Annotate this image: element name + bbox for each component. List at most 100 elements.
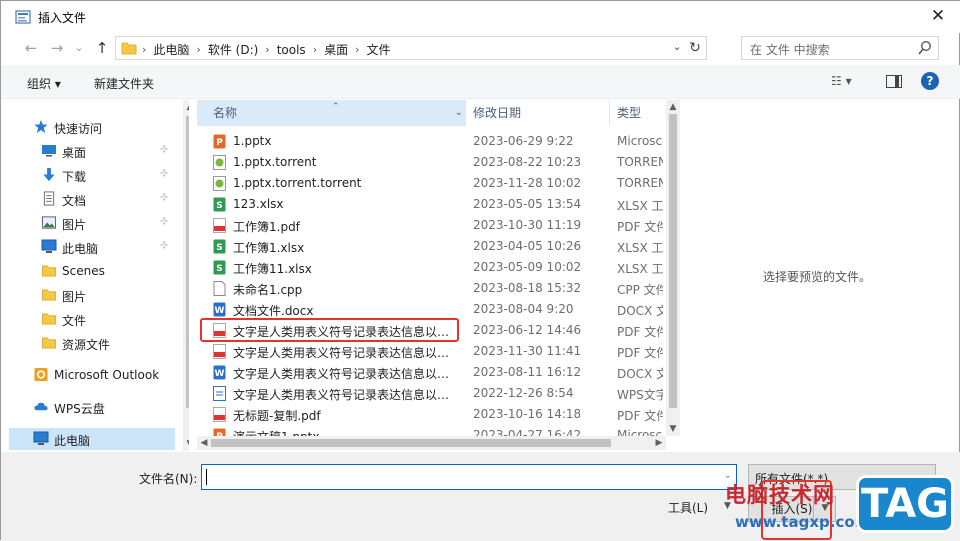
sidebar-item-quick-access[interactable]: 快速访问 [9,116,175,138]
file-modified-date: 2022-12-26 8:54 [473,386,574,400]
file-row[interactable]: 未命名1.cpp 2023-08-18 15:32 CPP 文件 [197,278,667,299]
star-icon [34,119,48,134]
file-type: PDF 文件 [617,220,663,234]
scroll-down-icon[interactable]: ▼ [183,437,189,451]
scrollbar-thumb[interactable] [186,116,189,408]
scroll-up-icon[interactable]: ▲ [183,100,189,114]
sidebar-item-resource-folder[interactable]: 资源文件 [9,332,175,354]
sidebar-item-this-pc-quick[interactable]: 此电脑 ⊹ [9,236,175,258]
sidebar-item-outlook[interactable]: Microsoft Outlook [9,364,175,386]
folder-icon [42,289,56,301]
file-row[interactable]: 1.pptx.torrent.torrent 2023-11-28 10:02 TO… [197,173,667,194]
sidebar-item-label: 快速访问 [54,122,103,136]
file-modified-date: 2023-04-05 10:26 [473,239,582,253]
sidebar-item-scenes[interactable]: Scenes [9,260,175,282]
watermark-site-name: 电脑技术网 [725,483,835,507]
sidebar-item-pictures-folder[interactable]: 图片 [9,284,175,306]
recent-locations-button[interactable]: ⌄ [69,38,89,58]
new-folder-button[interactable]: 新建文件夹 [94,75,154,92]
breadcrumb-tools[interactable]: tools [277,43,306,57]
breadcrumb-files[interactable]: 文件 [367,41,391,58]
file-modified-date: 2023-05-05 13:54 [473,197,582,211]
breadcrumb-separator[interactable]: › [355,43,359,56]
forward-button[interactable]: → [47,38,67,58]
file-list-vertical-scrollbar[interactable]: ▲ ▼ [666,100,680,436]
column-header-date[interactable]: 修改日期 [466,100,610,126]
help-icon[interactable]: ? [921,72,939,90]
search-icon [918,41,931,55]
pdf-icon [213,218,226,233]
scroll-left-icon[interactable]: ◀ [197,436,211,450]
file-row[interactable]: 1.pptx.torrent 2023-08-22 10:23 TORREN [197,152,667,173]
scrollbar-thumb[interactable] [669,114,677,408]
breadcrumb-separator[interactable]: › [196,43,200,56]
folder-icon [121,42,137,55]
file-name: 1.pptx.torrent [233,155,317,169]
torrent-icon [213,176,226,191]
scrollbar-thumb[interactable] [211,439,611,447]
window-title: 插入文件 [38,11,87,25]
sidebar-item-downloads[interactable]: 下载 ⊹ [9,164,175,186]
file-row[interactable]: W 文字是人类用表义符号记录表达信息以传... 2023-08-11 16:12 DO… [197,362,667,383]
file-modified-date: 2023-05-09 10:02 [473,260,582,274]
refresh-icon[interactable]: ↻ [686,38,704,58]
search-input[interactable]: 在 文件 中搜索 [750,41,830,58]
breadcrumb-this-pc[interactable]: 此电脑 [153,41,189,58]
svg-text:S: S [216,264,222,274]
forward-arrow-icon: → [50,39,64,57]
tools-menu[interactable]: 工具(L) [668,499,708,516]
sidebar-item-files-folder[interactable]: 文件 [9,308,175,330]
file-modified-date: 2023-11-30 11:41 [473,344,582,358]
sidebar-item-pictures[interactable]: 图片 ⊹ [9,212,175,234]
breadcrumb-desktop[interactable]: 桌面 [324,41,348,58]
address-bar[interactable]: › 此电脑 › 软件 (D:) › tools › 桌面 › 文件 ⌄ ↻ [115,36,707,60]
preview-pane-icon[interactable] [886,75,902,88]
file-row[interactable]: 文字是人类用表义符号记录表达信息以传... 2023-11-30 11:41 PDF… [197,341,667,362]
file-row[interactable]: 工作簿1.pdf 2023-10-30 11:19 PDF 文件 [197,215,667,236]
back-button[interactable]: ← [21,38,41,58]
file-row[interactable]: S 工作簿1.xlsx 2023-04-05 10:26 XLSX 工 [197,236,667,257]
column-header-type[interactable]: 类型 [610,100,666,126]
scroll-up-icon[interactable]: ▲ [666,100,680,114]
file-list-horizontal-scrollbar[interactable]: ◀ ▶ [197,436,666,450]
file-row[interactable]: 文字是人类用表义符号记录表达信息以传... 2022-12-26 8:54 WPS文… [197,383,667,404]
insert-file-icon [15,10,31,24]
up-button[interactable]: ↑ [92,38,112,58]
column-label: 类型 [617,106,642,120]
filename-input[interactable]: ⌄ [201,464,737,490]
torrent-icon [213,155,226,170]
scroll-right-icon[interactable]: ▶ [652,436,666,450]
file-row[interactable]: P 1.pptx 2023-06-29 9:22 Microsc [197,131,667,152]
breadcrumb-separator[interactable]: › [265,43,269,56]
column-header-name[interactable]: 名称 ⌃ ⌄ [197,100,466,126]
close-button[interactable]: ✕ [915,1,960,31]
breadcrumb-separator[interactable]: › [313,43,317,56]
chevron-down-icon[interactable]: ⌄ [670,40,684,53]
search-box[interactable]: 在 文件 中搜索 [741,36,939,60]
pptx-icon: P [213,134,226,149]
file-modified-date: 2023-08-04 9:20 [473,302,574,316]
sidebar-item-label: 下载 [62,170,87,184]
sidebar-item-documents[interactable]: 文档 ⊹ [9,188,175,210]
file-row[interactable]: W 文档文件.docx 2023-08-04 9:20 DOCX 文 [197,299,667,320]
sidebar-item-wps-cloud[interactable]: WPS云盘 [9,396,175,418]
file-type: PDF 文件 [617,346,663,360]
view-options-button[interactable]: ☷ ▾ [831,74,852,88]
organize-menu[interactable]: 组织 ▾ [27,75,61,92]
file-name: 工作簿1.xlsx [233,241,305,255]
sidebar-item-desktop[interactable]: 桌面 ⊹ [9,140,175,162]
sidebar-scrollbar[interactable]: ▲ ▼ [183,100,189,451]
file-row[interactable]: 无标题-复制.pdf 2023-10-16 14:18 PDF 文件 [197,404,667,425]
pin-icon: ⊹ [160,216,169,227]
file-row[interactable]: S 工作簿11.xlsx 2023-05-09 10:02 XLSX 工 [197,257,667,278]
sidebar-item-label: WPS云盘 [54,402,105,416]
file-row[interactable]: S 123.xlsx 2023-05-05 13:54 XLSX 工 [197,194,667,215]
folder-icon [42,265,56,277]
file-type: TORREN [617,155,663,169]
cloud-icon [34,402,48,411]
chevron-down-icon[interactable]: ⌄ [455,100,463,126]
scroll-down-icon[interactable]: ▼ [666,422,680,436]
file-modified-date: 2023-08-22 10:23 [473,155,582,169]
breadcrumb-drive-d[interactable]: 软件 (D:) [208,41,258,58]
sidebar-item-this-pc[interactable]: 此电脑 [9,428,175,450]
